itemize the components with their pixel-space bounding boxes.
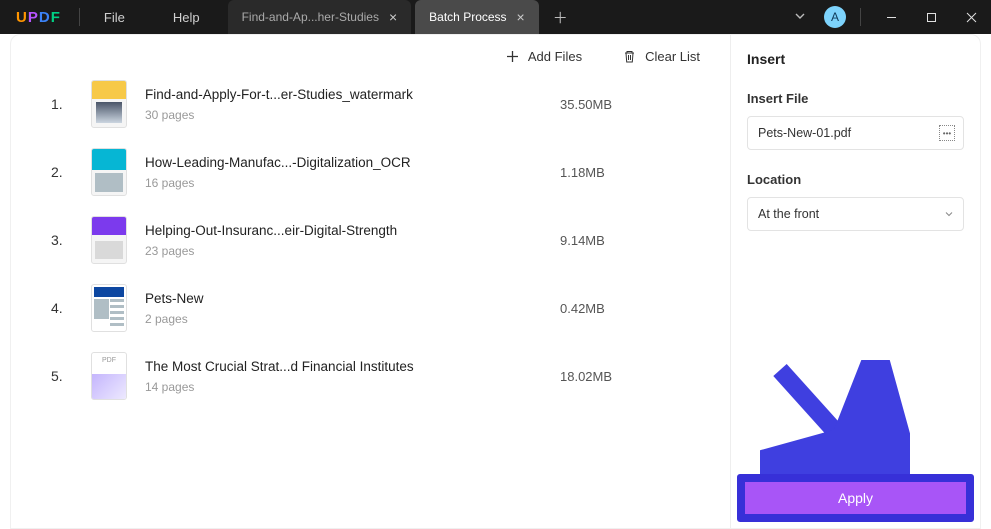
file-list-pane: Add Files Clear List 1. Find-and-Apply-Fo… <box>11 35 730 528</box>
file-thumbnail <box>91 148 127 196</box>
clear-list-button[interactable]: Clear List <box>622 49 700 64</box>
maximize-button[interactable] <box>911 0 951 34</box>
file-list: 1. Find-and-Apply-For-t...er-Studies_wate… <box>11 70 730 528</box>
trash-icon <box>622 49 637 64</box>
file-row[interactable]: 1. Find-and-Apply-For-t...er-Studies_wate… <box>11 70 730 138</box>
insert-panel: Insert Insert File Pets-New-01.pdf ••• L… <box>730 35 980 528</box>
browse-icon[interactable]: ••• <box>939 125 955 141</box>
file-row[interactable]: 3. Helping-Out-Insuranc...eir-Digital-Str… <box>11 206 730 274</box>
insert-file-value: Pets-New-01.pdf <box>758 126 939 140</box>
file-size: 0.42MB <box>560 301 730 316</box>
tab-label: Batch Process <box>429 10 506 24</box>
main-surface: Add Files Clear List 1. Find-and-Apply-Fo… <box>10 34 981 529</box>
file-row[interactable]: 5. PDF The Most Crucial Strat...d Financia… <box>11 342 730 410</box>
tab-batch-process[interactable]: Batch Process × <box>415 0 539 34</box>
file-thumbnail <box>91 216 127 264</box>
row-number: 5. <box>51 368 73 384</box>
chevron-down-icon <box>945 210 953 218</box>
add-files-label: Add Files <box>528 49 582 64</box>
menu-file[interactable]: File <box>80 10 149 25</box>
file-pages: 16 pages <box>145 176 560 190</box>
insert-file-label: Insert File <box>747 91 964 106</box>
file-name: Pets-New <box>145 291 560 306</box>
file-row[interactable]: 2. How-Leading-Manufac...-Digitalization_… <box>11 138 730 206</box>
tab-bar: Find-and-Ap...her-Studies × Batch Proces… <box>228 0 568 34</box>
add-files-button[interactable]: Add Files <box>505 49 582 64</box>
close-icon[interactable]: × <box>389 9 397 25</box>
file-size: 9.14MB <box>560 233 730 248</box>
file-name: The Most Crucial Strat...d Financial Ins… <box>145 359 560 374</box>
file-thumbnail: PDF <box>91 352 127 400</box>
file-pages: 30 pages <box>145 108 560 122</box>
file-size: 1.18MB <box>560 165 730 180</box>
panel-title: Insert <box>747 51 964 67</box>
apply-highlight: Apply <box>737 474 974 522</box>
tab-document[interactable]: Find-and-Ap...her-Studies × <box>228 0 412 34</box>
avatar[interactable]: A <box>824 6 846 28</box>
file-row[interactable]: 4. Pets-New 2 pages0.42MB <box>11 274 730 342</box>
file-pages: 2 pages <box>145 312 560 326</box>
location-label: Location <box>747 172 964 187</box>
file-thumbnail <box>91 284 127 332</box>
tab-label: Find-and-Ap...her-Studies <box>242 10 379 24</box>
file-size: 35.50MB <box>560 97 730 112</box>
clear-list-label: Clear List <box>645 49 700 64</box>
row-number: 2. <box>51 164 73 180</box>
file-size: 18.02MB <box>560 369 730 384</box>
insert-file-input[interactable]: Pets-New-01.pdf ••• <box>747 116 964 150</box>
location-select[interactable]: At the front <box>747 197 964 231</box>
close-icon[interactable]: × <box>517 9 525 25</box>
row-number: 4. <box>51 300 73 316</box>
row-number: 1. <box>51 96 73 112</box>
file-thumbnail <box>91 80 127 128</box>
file-pages: 14 pages <box>145 380 560 394</box>
separator <box>860 8 861 26</box>
minimize-button[interactable] <box>871 0 911 34</box>
location-value: At the front <box>758 207 819 221</box>
apply-button[interactable]: Apply <box>745 482 966 514</box>
row-number: 3. <box>51 232 73 248</box>
toolbar: Add Files Clear List <box>11 35 730 70</box>
new-tab-button[interactable]: ＋ <box>553 7 568 28</box>
file-name: Find-and-Apply-For-t...er-Studies_waterm… <box>145 87 560 102</box>
app-logo: UPDF <box>16 9 61 26</box>
titlebar: UPDF File Help Find-and-Ap...her-Studies… <box>0 0 991 34</box>
file-pages: 23 pages <box>145 244 560 258</box>
file-name: Helping-Out-Insuranc...eir-Digital-Stren… <box>145 223 560 238</box>
plus-icon <box>505 49 520 64</box>
pdf-label: PDF <box>102 357 116 364</box>
chevron-down-icon[interactable] <box>794 10 806 25</box>
menu-help[interactable]: Help <box>149 10 224 25</box>
file-name: How-Leading-Manufac...-Digitalization_OC… <box>145 155 560 170</box>
close-button[interactable] <box>951 0 991 34</box>
